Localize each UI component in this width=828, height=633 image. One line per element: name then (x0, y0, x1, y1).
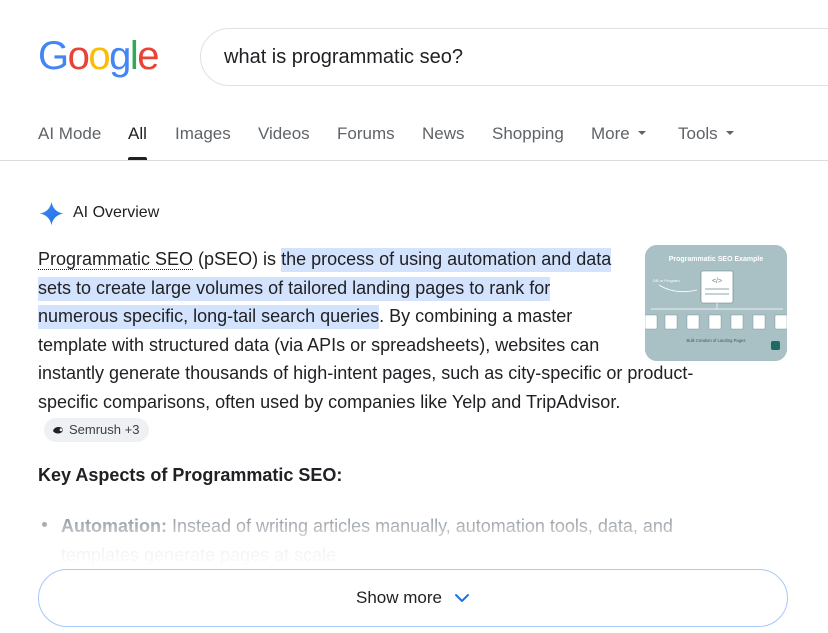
google-logo[interactable]: Google (38, 34, 159, 78)
source-chip-label: Semrush +3 (69, 421, 140, 437)
tab-all[interactable]: All (128, 118, 147, 160)
tab-shopping[interactable]: Shopping (492, 118, 564, 160)
semrush-icon (53, 426, 63, 434)
bullet-dot (42, 522, 47, 527)
tab-label: All (128, 124, 147, 143)
ai-overview-title: AI Overview (73, 204, 160, 221)
tab-label: More (591, 124, 630, 143)
show-more-button[interactable]: Show more (38, 569, 788, 627)
tab-label: AI Mode (38, 124, 102, 143)
logo-letter: G (38, 34, 69, 78)
tab-label: Videos (258, 124, 310, 143)
source-chip[interactable]: Semrush +3 (44, 417, 150, 442)
tab-label: News (422, 124, 465, 143)
tab-videos[interactable]: Videos (258, 118, 310, 160)
show-more-label: Show more (356, 588, 442, 607)
key-aspects-heading: Key Aspects of Programmatic SEO: (38, 465, 343, 485)
tab-label: Forums (337, 124, 395, 143)
caret-down-icon (637, 130, 646, 135)
search-input[interactable] (224, 29, 784, 85)
tab-tools[interactable]: Tools (678, 118, 734, 160)
search-box[interactable] (200, 28, 828, 86)
ai-overview-paragraph: Programmatic SEO (pSEO) is the process o… (38, 245, 718, 445)
thumbnail-brand-mark (771, 341, 780, 350)
logo-letter: o (67, 34, 90, 78)
logo-letter: g (109, 34, 131, 78)
tab-label: Shopping (492, 124, 564, 143)
tab-ai-mode[interactable]: AI Mode (38, 118, 101, 160)
list-item: Automation: Instead of writing articles … (61, 512, 751, 568)
key-aspects-list: Automation: Instead of writing articles … (38, 512, 758, 568)
tab-forums[interactable]: Forums (337, 118, 395, 160)
tab-news[interactable]: News (422, 118, 465, 160)
logo-letter: o (88, 34, 110, 78)
ai-overview-header: AI Overview (38, 199, 159, 227)
bullet-label: Automation: (61, 516, 167, 536)
sparkle-icon (39, 201, 64, 225)
paragraph-text: (pSEO) is (193, 249, 282, 269)
header-divider (0, 160, 828, 161)
thumbnail-spacer (613, 245, 718, 359)
term-programmatic-seo[interactable]: Programmatic SEO (38, 249, 194, 270)
logo-letter: e (137, 34, 159, 78)
tab-images[interactable]: Images (175, 118, 231, 160)
tab-more[interactable]: More (591, 118, 646, 160)
chevron-down-icon (454, 594, 469, 602)
tab-label: Images (175, 124, 231, 143)
logo-letter: l (129, 34, 139, 78)
caret-down-icon (725, 130, 734, 135)
tab-label: Tools (678, 124, 718, 143)
